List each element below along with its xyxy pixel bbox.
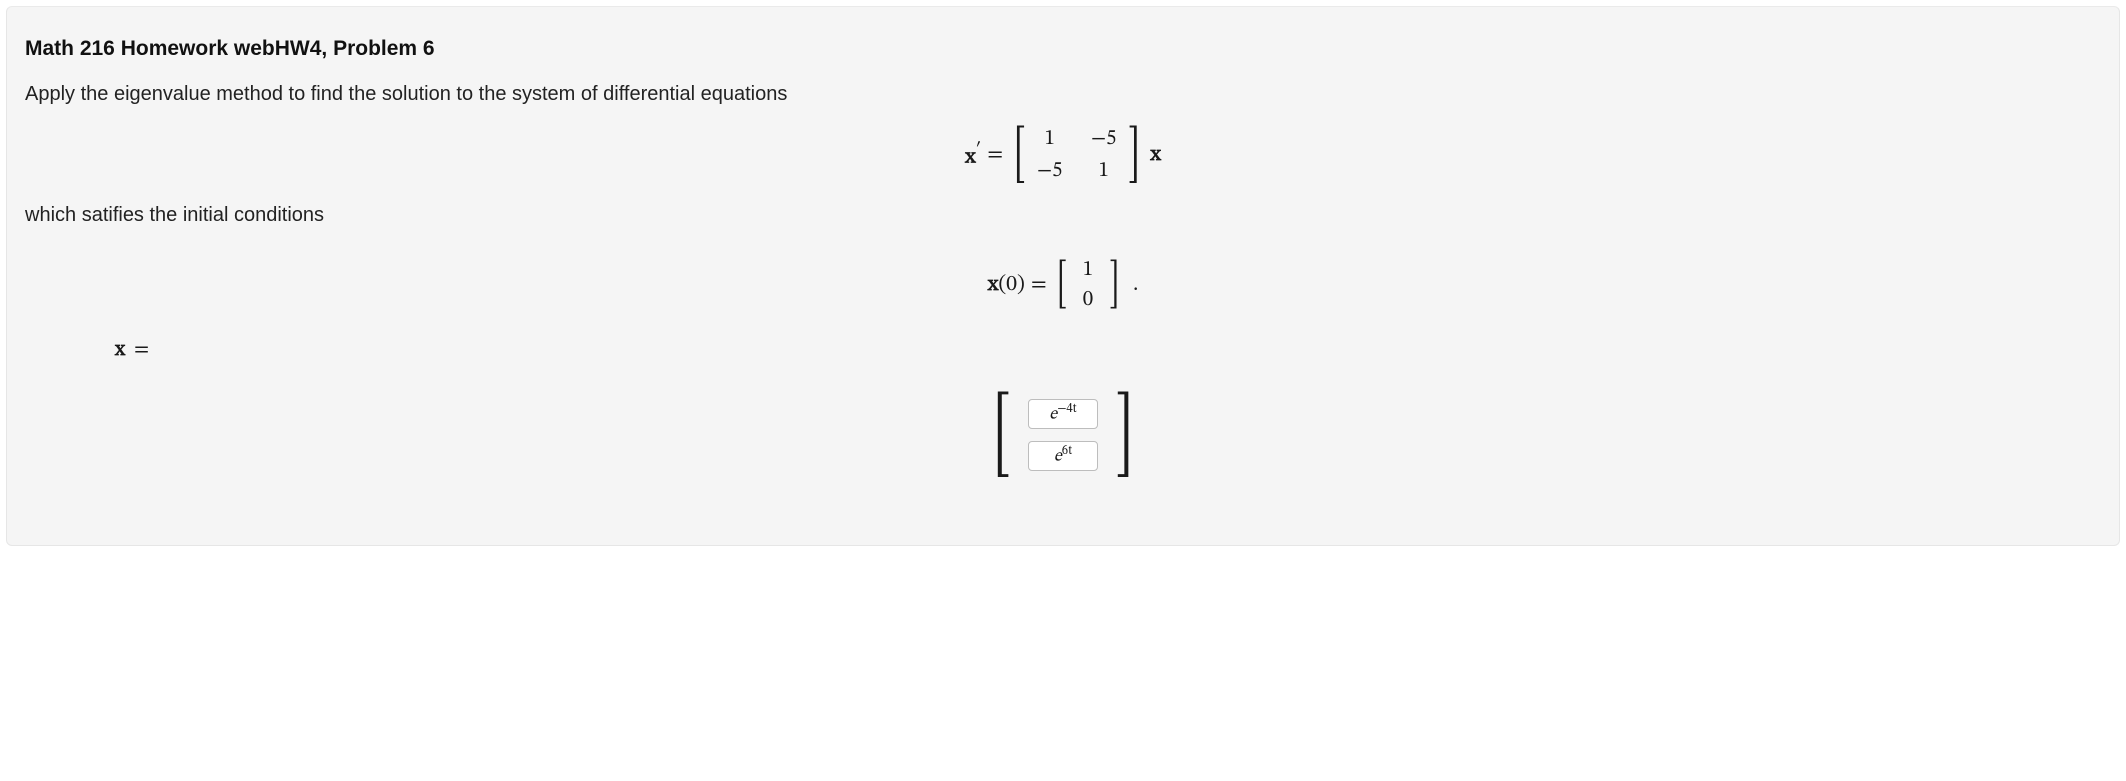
answer1-base: e (1049, 407, 1057, 424)
answer2-exp: 6t (1062, 445, 1072, 458)
eq2-period: . (1133, 272, 1138, 298)
problem-title: Math 216 Homework webHW4, Problem 6 (25, 37, 2101, 61)
answer2-base: e (1054, 449, 1062, 466)
between-text: which satifies the initial conditions (25, 204, 2101, 227)
eq1-matrix: [ 1 −5 −5 1 ] (1009, 124, 1144, 186)
eq1-rhs-var: x (1150, 141, 1161, 169)
eq1-prime: ′ (976, 141, 982, 159)
eq2-lhs-var: x (988, 274, 999, 296)
answer1-exp: −4t (1057, 403, 1077, 416)
bracket-left-icon: [ (1057, 266, 1067, 305)
eq2-lhs-arg: (0) (998, 274, 1025, 296)
equation-initial: x(0) = [ 1 0 ] . (25, 255, 2101, 315)
matrix-a12: −5 (1091, 126, 1117, 152)
eq1-equals: = (987, 141, 1003, 169)
intro-text: Apply the eigenvalue method to find the … (25, 83, 2101, 106)
bracket-right-icon: ] (1115, 394, 1133, 477)
eq1-lhs-var: x (965, 146, 976, 168)
vector-r2: 0 (1075, 287, 1101, 313)
eq2-vector: [ 1 0 ] (1053, 255, 1123, 315)
bracket-left-icon: [ (993, 394, 1011, 477)
vector-r1: 1 (1075, 257, 1101, 283)
bracket-left-icon: [ (1014, 132, 1026, 179)
bracket-right-icon: ] (1128, 132, 1140, 179)
answer-label-var: x (115, 339, 125, 360)
matrix-a11: 1 (1037, 126, 1063, 152)
answer-input-2[interactable]: e6t (1028, 441, 1098, 471)
bracket-right-icon: ] (1109, 266, 1119, 305)
answer-input-1[interactable]: e−4t (1028, 399, 1098, 429)
answer-label-eq: = (134, 339, 149, 360)
eq2-equals: = (1031, 271, 1047, 299)
matrix-a21: −5 (1037, 158, 1063, 184)
problem-card: Math 216 Homework webHW4, Problem 6 Appl… (6, 6, 2120, 546)
answer-vector-block: [ e−4t e6t ] (25, 391, 2101, 479)
equation-system: x′ = [ 1 −5 −5 1 ] x (25, 124, 2101, 186)
matrix-a22: 1 (1091, 158, 1117, 184)
answer-label: x = (115, 337, 2101, 363)
